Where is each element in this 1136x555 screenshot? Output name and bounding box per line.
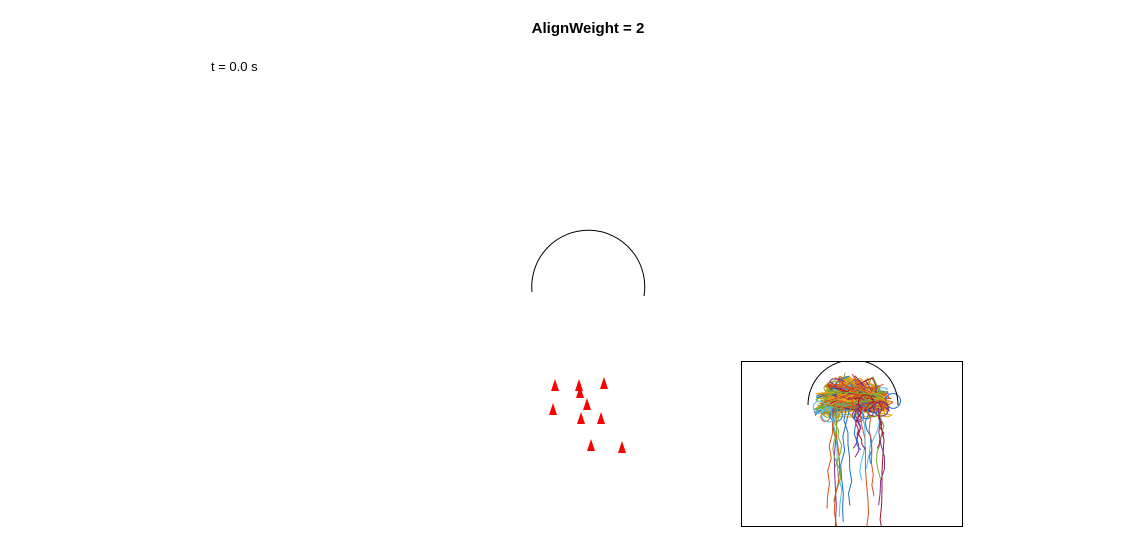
agent-marker xyxy=(600,377,608,389)
trajectory-trail xyxy=(843,407,853,506)
agent-marker xyxy=(597,412,605,424)
agent-marker xyxy=(583,398,591,410)
agents-group xyxy=(549,377,626,453)
agent-marker xyxy=(551,379,559,391)
boundary-arc xyxy=(531,229,646,297)
trajectory-trail xyxy=(866,407,875,497)
agent-marker xyxy=(587,439,595,451)
agent-marker xyxy=(549,403,557,415)
agent-marker xyxy=(618,441,626,453)
trails-group xyxy=(812,372,901,526)
trajectory-inset-canvas xyxy=(807,362,901,526)
agent-marker xyxy=(577,412,585,424)
trajectory-inset xyxy=(741,361,963,527)
main-simulation-canvas xyxy=(531,229,646,453)
